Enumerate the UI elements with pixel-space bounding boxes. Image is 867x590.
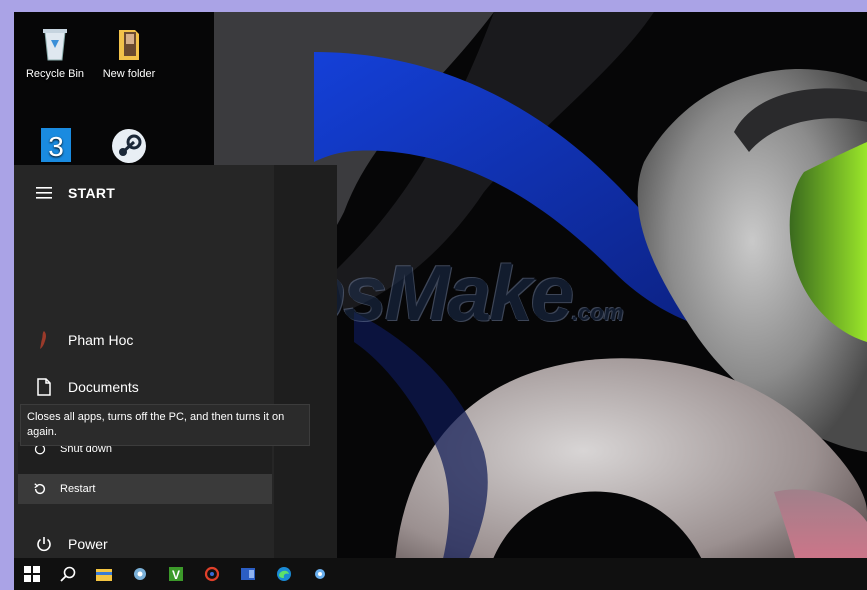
desktop-icon-label: New folder — [102, 68, 156, 80]
vim-icon: V — [169, 567, 183, 582]
app-red-icon — [204, 566, 220, 582]
desktop-icon-app-3[interactable]: 3 — [20, 124, 90, 168]
svg-text:3: 3 — [48, 131, 64, 162]
taskbar-app-blue-button[interactable] — [302, 558, 338, 590]
desktop-icon-label: Recycle Bin — [25, 68, 85, 80]
app-icon — [134, 568, 146, 580]
start-title: START — [68, 185, 116, 201]
start-menu-user[interactable]: Pham Hoc — [14, 320, 274, 360]
search-icon — [60, 566, 76, 582]
windows-start-button[interactable] — [14, 558, 50, 590]
file-explorer-icon — [96, 569, 112, 581]
vim-button[interactable]: V — [158, 558, 194, 590]
steam-icon — [109, 124, 149, 164]
watermark-domain: .com — [572, 300, 624, 325]
restart-option[interactable]: Restart — [18, 474, 272, 504]
documents-label: Documents — [68, 379, 139, 395]
desktop-screen: Recycle Bin New folder 3 TipsMake.com ST… — [14, 12, 867, 590]
svg-text:V: V — [172, 568, 180, 582]
hamburger-menu-icon[interactable] — [32, 187, 56, 199]
edge-icon — [277, 567, 291, 581]
taskbar-app-red-button[interactable] — [194, 558, 230, 590]
power-label: Power — [68, 536, 108, 552]
power-options-menu: Shut down Restart — [18, 442, 272, 504]
restart-icon — [30, 482, 50, 496]
edge-button[interactable] — [266, 558, 302, 590]
file-explorer-button[interactable] — [86, 558, 122, 590]
search-button[interactable] — [50, 558, 86, 590]
recycle-bin-icon — [35, 24, 75, 64]
power-icon — [32, 536, 56, 552]
desktop-icon-steam[interactable] — [94, 124, 164, 168]
user-name: Pham Hoc — [68, 332, 134, 348]
restart-tooltip: Closes all apps, turns off the PC, and t… — [20, 404, 310, 446]
user-avatar-icon — [32, 330, 56, 350]
desktop-icon-new-folder[interactable]: New folder — [94, 24, 164, 81]
word-button[interactable] — [230, 558, 266, 590]
document-icon — [32, 378, 56, 396]
app-3-icon: 3 — [35, 124, 75, 164]
folder-icon — [109, 24, 149, 64]
start-menu-header: START — [14, 173, 274, 213]
taskbar: V — [14, 558, 867, 590]
app-blue-icon — [315, 569, 325, 579]
windows-start-icon — [24, 566, 40, 582]
start-menu-documents[interactable]: Documents — [14, 367, 274, 407]
restart-label: Restart — [60, 483, 96, 495]
taskbar-app-button[interactable] — [122, 558, 158, 590]
word-icon — [241, 568, 255, 580]
desktop-icon-recycle-bin[interactable]: Recycle Bin — [20, 24, 90, 81]
